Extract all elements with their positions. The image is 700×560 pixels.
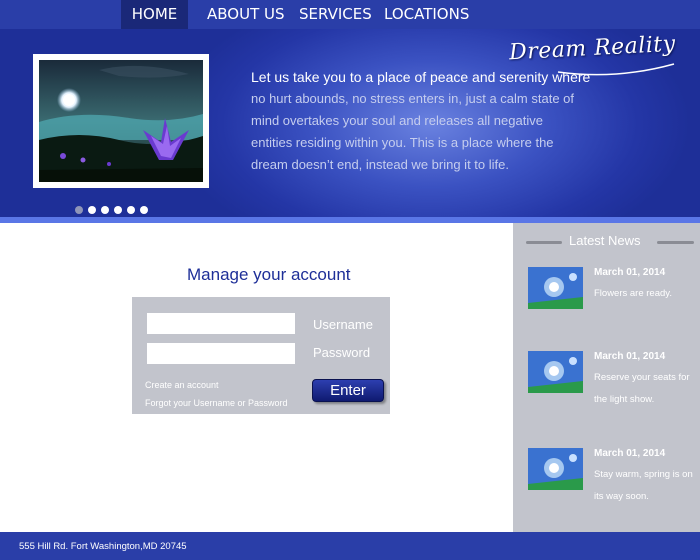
nav-home[interactable]: HOME bbox=[121, 0, 188, 29]
footer-address: 555 Hill Rd. Fort Washington,MD 20745 bbox=[19, 541, 187, 552]
news-date: March 01, 2014 bbox=[594, 448, 666, 459]
password-input[interactable] bbox=[147, 343, 295, 364]
enter-button[interactable]: Enter bbox=[312, 379, 384, 402]
username-input[interactable] bbox=[147, 313, 295, 334]
news-thumbnail[interactable] bbox=[528, 448, 583, 490]
top-nav: HOME ABOUT US SERVICES LOCATIONS bbox=[0, 0, 700, 29]
password-label: Password bbox=[313, 345, 371, 360]
login-panel: Username Password Create an account Forg… bbox=[132, 297, 390, 414]
slide-dot-1[interactable] bbox=[75, 206, 83, 214]
slide-dot-4[interactable] bbox=[114, 206, 122, 214]
slide-dot-6[interactable] bbox=[140, 206, 148, 214]
slideshow-image[interactable] bbox=[39, 60, 203, 182]
news-text: Reserve your seats for the light show. bbox=[594, 372, 690, 405]
nav-about-us[interactable]: ABOUT US bbox=[207, 0, 285, 29]
create-account-link[interactable]: Create an account bbox=[145, 380, 219, 390]
forgot-credentials-link[interactable]: Forgot your Username or Password bbox=[145, 398, 288, 408]
news-divider-left bbox=[526, 241, 562, 244]
slide-dot-2[interactable] bbox=[88, 206, 96, 214]
nav-services[interactable]: SERVICES bbox=[299, 0, 372, 29]
news-thumbnail[interactable] bbox=[528, 351, 583, 393]
news-title: Latest News bbox=[569, 233, 641, 248]
hero-body: no hurt abounds, no stress enters in, ju… bbox=[251, 91, 575, 172]
news-header: Latest News bbox=[513, 233, 700, 251]
slideshow-frame bbox=[33, 54, 209, 188]
account-title: Manage your account bbox=[187, 265, 351, 284]
news-item[interactable]: March 01, 2014 Reserve your seats for th… bbox=[528, 351, 698, 411]
nav-locations[interactable]: LOCATIONS bbox=[384, 0, 469, 29]
news-text: Flowers are ready. bbox=[594, 288, 672, 299]
news-date: March 01, 2014 bbox=[594, 351, 666, 362]
news-sidebar: Latest News March 01, 2014 Flowers are r… bbox=[513, 223, 700, 532]
news-item[interactable]: March 01, 2014 Flowers are ready. bbox=[528, 267, 698, 327]
slide-dot-3[interactable] bbox=[101, 206, 109, 214]
hero-lead: Let us take you to a place of peace and … bbox=[251, 69, 591, 85]
news-divider-right bbox=[657, 241, 694, 244]
slide-dot-5[interactable] bbox=[127, 206, 135, 214]
hero-text: Let us take you to a place of peace and … bbox=[251, 66, 631, 176]
slideshow-dots bbox=[75, 199, 153, 214]
news-item[interactable]: March 01, 2014 Stay warm, spring is on i… bbox=[528, 448, 698, 508]
username-label: Username bbox=[313, 317, 373, 332]
footer: 555 Hill Rd. Fort Washington,MD 20745 bbox=[0, 532, 700, 560]
news-text: Stay warm, spring is on its way soon. bbox=[594, 469, 693, 502]
news-thumbnail[interactable] bbox=[528, 267, 583, 309]
news-date: March 01, 2014 bbox=[594, 267, 666, 278]
